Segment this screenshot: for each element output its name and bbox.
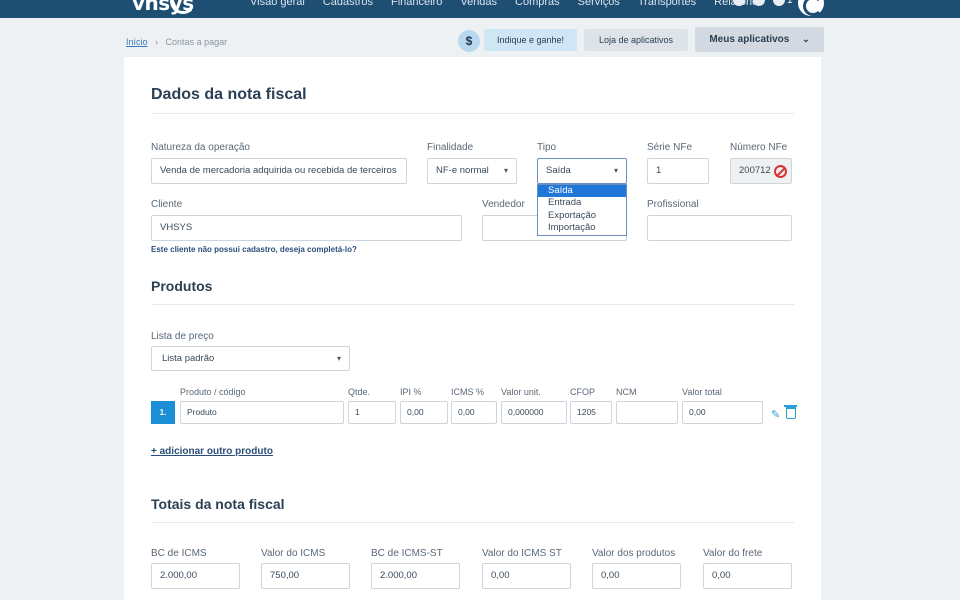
loja-aplicativos-button[interactable]: Loja de aplicativos [584, 29, 688, 51]
produto-input[interactable]: Produto [180, 401, 344, 424]
col-produto: Produto / código [180, 387, 246, 397]
cliente-hint-link[interactable]: Este cliente não possui cadastro, deseja… [151, 245, 357, 254]
notification-count: 1 [787, 0, 793, 6]
cliente-label: Cliente [151, 199, 183, 210]
nav-item-cadastros[interactable]: Cadastros [323, 0, 373, 8]
col-ncm: NCM [616, 387, 637, 397]
qtde-input[interactable]: 1 [348, 401, 396, 424]
serie-label: Série NFe [647, 142, 693, 153]
numero-value: 200712 [739, 165, 771, 176]
avatar[interactable] [798, 0, 824, 16]
tipo-dropdown-list: Saída Entrada Exportação Importação [537, 184, 627, 236]
nav-item-compras[interactable]: Compras [515, 0, 560, 8]
serie-input[interactable]: 1 [647, 158, 709, 184]
bc-icms-label: BC de ICMS [151, 548, 207, 559]
divider [151, 522, 794, 523]
vendedor-label: Vendedor [482, 199, 525, 210]
gear-icon[interactable] [753, 0, 765, 6]
chevron-down-icon: ⌄ [802, 34, 810, 44]
valor-total-input[interactable]: 0,00 [682, 401, 763, 424]
profissional-input[interactable] [647, 215, 792, 241]
bell-icon[interactable] [773, 0, 785, 6]
finalidade-label: Finalidade [427, 142, 474, 153]
valor-icms-label: Valor do ICMS [261, 548, 326, 559]
tipo-option-saida[interactable]: Saída [538, 185, 626, 198]
lista-preco-label: Lista de preço [151, 331, 214, 342]
invoice-form-card: Dados da nota fiscal Natureza da operaçã… [124, 57, 821, 600]
edit-pencil-icon[interactable]: ✎ [771, 408, 780, 421]
tipo-option-exportacao[interactable]: Exportação [538, 210, 626, 222]
valor-unit-input[interactable]: 0,000000 [501, 401, 567, 424]
product-row-index: 1. [151, 401, 175, 424]
tipo-option-entrada[interactable]: Entrada [538, 197, 626, 209]
bc-icms-input[interactable]: 2.000,00 [151, 563, 240, 589]
breadcrumb-home-link[interactable]: Início [126, 37, 148, 47]
cliente-input[interactable]: VHSYS [151, 215, 462, 241]
valor-icms-st-input[interactable]: 0,00 [482, 563, 571, 589]
breadcrumb: Início › Contas a pagar [126, 37, 227, 47]
col-valor-unit: Valor unit. [501, 387, 541, 397]
top-navigation-bar: vhsys Visão geral Cadastros Financeiro V… [0, 0, 960, 18]
valor-icms-st-label: Valor do ICMS ST [482, 548, 562, 559]
numero-input: 200712 [730, 158, 792, 184]
ipi-input[interactable]: 0,00 [400, 401, 448, 424]
valor-frete-input[interactable]: 0,00 [703, 563, 792, 589]
main-nav: Visão geral Cadastros Financeiro Vendas … [250, 0, 782, 8]
natureza-input[interactable]: Venda de mercadoria adquirida ou recebid… [151, 158, 407, 184]
profissional-label: Profissional [647, 199, 699, 210]
meus-aplicativos-label: Meus aplicativos [709, 34, 790, 45]
add-product-link[interactable]: + adicionar outro produto [151, 446, 273, 457]
tipo-select[interactable]: Saída [537, 158, 627, 184]
nav-item-servicos[interactable]: Serviços [578, 0, 620, 8]
top-icons: 1 [733, 0, 793, 6]
help-icon[interactable] [733, 0, 745, 6]
finalidade-select[interactable]: NF-e normal [427, 158, 517, 184]
col-cfop: CFOP [570, 387, 596, 397]
produtos-title: Produtos [151, 278, 213, 294]
tipo-label: Tipo [537, 142, 557, 153]
totais-title: Totais da nota fiscal [151, 496, 285, 512]
bc-icms-st-label: BC de ICMS-ST [371, 548, 443, 559]
nav-item-transportes[interactable]: Transportes [638, 0, 696, 8]
natureza-label: Natureza da operação [151, 142, 250, 153]
nav-item-financeiro[interactable]: Financeiro [391, 0, 442, 8]
indique-button[interactable]: Indique e ganhe! [484, 29, 577, 51]
ncm-input[interactable] [616, 401, 678, 424]
col-qtde: Qtde. [348, 387, 371, 397]
breadcrumb-current: Contas a pagar [165, 37, 228, 47]
col-valor-total: Valor total [682, 387, 722, 397]
valor-produtos-input[interactable]: 0,00 [592, 563, 681, 589]
breadcrumb-separator: › [155, 37, 159, 47]
nav-item-vendas[interactable]: Vendas [460, 0, 497, 8]
numero-label: Número NFe [730, 142, 788, 153]
valor-produtos-label: Valor dos produtos [592, 548, 676, 559]
valor-frete-label: Valor do frete [703, 548, 763, 559]
lista-preco-select[interactable]: Lista padrão [151, 346, 350, 371]
meus-aplicativos-button[interactable]: Meus aplicativos ⌄ [695, 27, 824, 52]
tipo-option-importacao[interactable]: Importação [538, 222, 626, 234]
divider [151, 113, 794, 114]
icms-input[interactable]: 0,00 [451, 401, 497, 424]
dollar-icon[interactable]: $ [458, 30, 480, 52]
bc-icms-st-input[interactable]: 2.000,00 [371, 563, 460, 589]
divider [151, 304, 794, 305]
valor-icms-input[interactable]: 750,00 [261, 563, 350, 589]
nav-item-visao-geral[interactable]: Visão geral [250, 0, 305, 8]
cfop-input[interactable]: 1205 [570, 401, 612, 424]
page-title: Dados da nota fiscal [151, 86, 307, 103]
col-icms: ICMS % [451, 387, 485, 397]
trash-icon[interactable] [784, 405, 797, 419]
col-ipi: IPI % [400, 387, 422, 397]
not-allowed-icon [774, 165, 787, 178]
